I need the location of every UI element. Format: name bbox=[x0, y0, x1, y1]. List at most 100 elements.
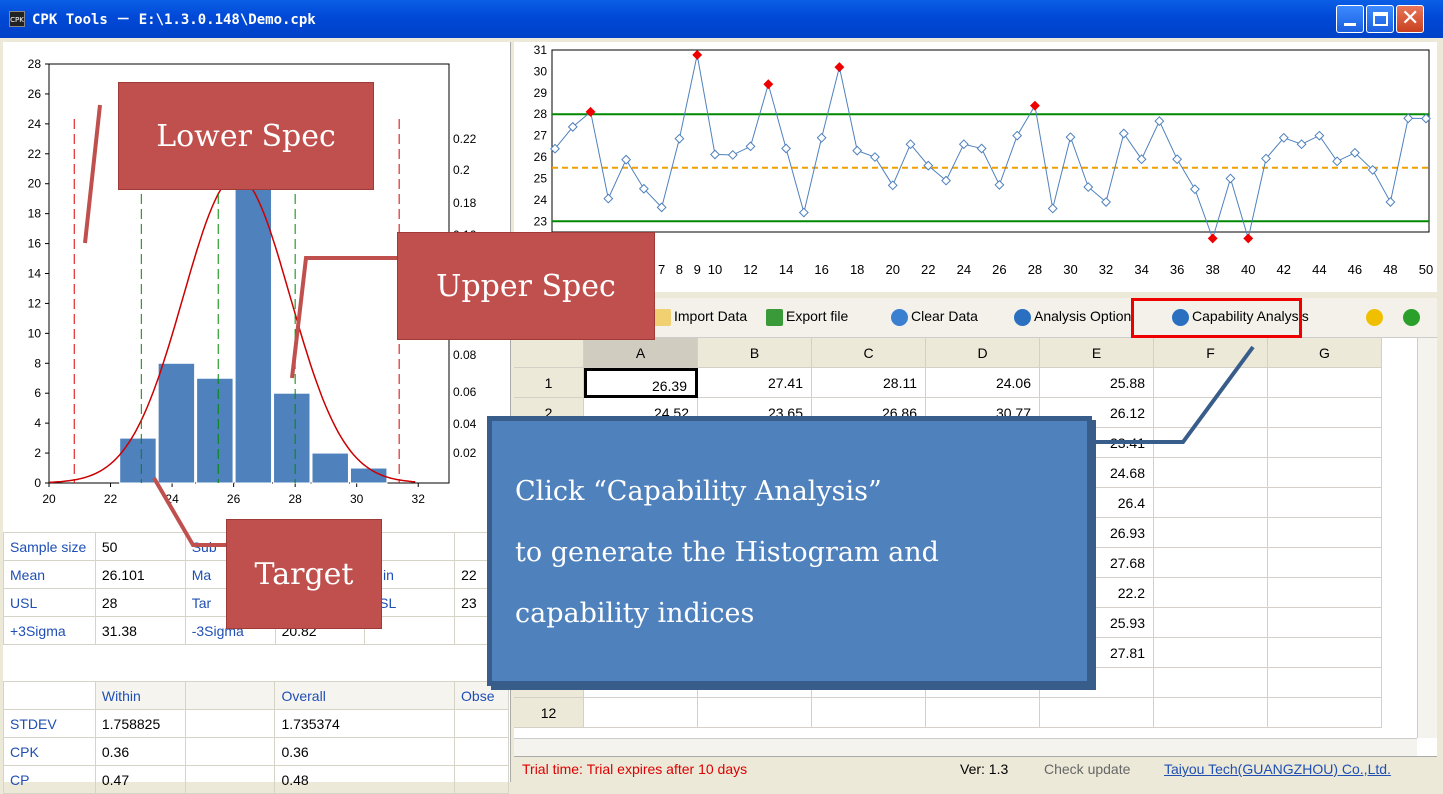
right-tick-label: 0.08 bbox=[453, 348, 477, 362]
x-tick-label: 22 bbox=[104, 492, 118, 506]
column-header[interactable]: B bbox=[698, 338, 812, 368]
grid-cell[interactable] bbox=[1154, 458, 1268, 488]
grid-cell[interactable]: 26.39 bbox=[584, 368, 698, 398]
x-tick-label: 30 bbox=[1063, 262, 1077, 277]
corner-cell[interactable] bbox=[514, 338, 584, 368]
stats-cell: 26.101 bbox=[94, 560, 186, 589]
grid-cell[interactable] bbox=[926, 698, 1040, 728]
grid-cell[interactable] bbox=[1268, 638, 1382, 668]
warning-icon[interactable] bbox=[1366, 309, 1383, 326]
grid-cell[interactable] bbox=[1268, 548, 1382, 578]
stats-cell bbox=[184, 709, 276, 738]
grid-cell[interactable] bbox=[1154, 578, 1268, 608]
row-header[interactable]: 12 bbox=[514, 698, 584, 728]
grid-cell[interactable] bbox=[1154, 488, 1268, 518]
y-tick-label: 12 bbox=[28, 296, 42, 310]
histogram-bar bbox=[157, 362, 196, 484]
grid-cell[interactable] bbox=[1268, 608, 1382, 638]
stats-cell: 28 bbox=[94, 588, 186, 617]
y-tick-label: 16 bbox=[28, 237, 42, 251]
x-tick-label: 20 bbox=[42, 492, 56, 506]
maximize-button[interactable] bbox=[1366, 5, 1394, 33]
column-header[interactable]: G bbox=[1268, 338, 1382, 368]
y-tick-label: 0 bbox=[34, 476, 41, 490]
grid-cell[interactable] bbox=[1154, 698, 1268, 728]
y-tick-label: 22 bbox=[28, 147, 42, 161]
vertical-scrollbar[interactable] bbox=[1417, 338, 1437, 738]
histogram-bar bbox=[196, 377, 234, 484]
y-tick-label: 26 bbox=[534, 150, 548, 164]
y-tick-label: 28 bbox=[534, 107, 548, 121]
column-header[interactable]: D bbox=[926, 338, 1040, 368]
grid-cell[interactable] bbox=[1268, 488, 1382, 518]
x-tick-label: 50 bbox=[1419, 262, 1433, 277]
grid-cell[interactable] bbox=[1154, 668, 1268, 698]
highlight-box bbox=[1131, 298, 1302, 338]
column-header[interactable]: F bbox=[1154, 338, 1268, 368]
export-file-button[interactable]: Export file bbox=[766, 308, 848, 326]
stats-cell: Overall bbox=[274, 681, 456, 710]
column-header[interactable]: E bbox=[1040, 338, 1154, 368]
close-button[interactable]: ✕ bbox=[1396, 5, 1424, 33]
grid-cell[interactable] bbox=[1154, 368, 1268, 398]
minimize-button[interactable] bbox=[1336, 5, 1364, 33]
grid-cell[interactable] bbox=[1154, 638, 1268, 668]
grid-cell[interactable] bbox=[1268, 698, 1382, 728]
x-tick-label: 10 bbox=[708, 262, 722, 277]
import-data-button[interactable]: Import Data bbox=[654, 308, 747, 326]
row-header[interactable]: 1 bbox=[514, 368, 584, 398]
grid-cell[interactable] bbox=[1268, 368, 1382, 398]
stats-row: CPK 0.36 0.36 bbox=[3, 737, 509, 766]
stats-cell: STDEV bbox=[3, 709, 96, 738]
grid-cell[interactable] bbox=[1154, 398, 1268, 428]
grid-cell[interactable] bbox=[1154, 428, 1268, 458]
grid-cell[interactable] bbox=[1268, 518, 1382, 548]
target-callout: Target bbox=[226, 519, 382, 629]
grid-cell[interactable] bbox=[1268, 398, 1382, 428]
grid-cell[interactable] bbox=[698, 698, 812, 728]
clear-data-button[interactable]: Clear Data bbox=[891, 308, 978, 326]
grid-cell[interactable] bbox=[1154, 518, 1268, 548]
stats-cell bbox=[454, 709, 509, 738]
x-tick-label: 18 bbox=[850, 262, 864, 277]
column-header[interactable]: C bbox=[812, 338, 926, 368]
mail-icon[interactable] bbox=[1403, 309, 1420, 326]
grid-cell[interactable] bbox=[1268, 458, 1382, 488]
grid-cell[interactable] bbox=[1268, 578, 1382, 608]
folder-icon bbox=[654, 308, 671, 326]
cpk-icon: CPK bbox=[9, 11, 25, 27]
instruction-box: Click “Capability Analysis” to generate … bbox=[487, 416, 1092, 686]
stats-cell: Within bbox=[94, 681, 186, 710]
column-header[interactable]: A bbox=[584, 338, 698, 368]
horizontal-scrollbar[interactable] bbox=[514, 738, 1417, 756]
gear-icon bbox=[1014, 308, 1031, 326]
grid-cell[interactable] bbox=[1268, 428, 1382, 458]
x-tick-label: 24 bbox=[957, 262, 971, 277]
analysis-option-button[interactable]: Analysis Option bbox=[1014, 308, 1131, 326]
x-tick-label: 44 bbox=[1312, 262, 1326, 277]
y-tick-label: 20 bbox=[28, 177, 42, 191]
stats-cell bbox=[454, 737, 509, 766]
check-update-link[interactable]: Check update bbox=[1044, 761, 1130, 777]
grid-cell[interactable] bbox=[812, 698, 926, 728]
stats-row: CP 0.47 0.48 bbox=[3, 765, 509, 794]
grid-cell[interactable] bbox=[1040, 698, 1154, 728]
grid-cell[interactable]: 24.06 bbox=[926, 368, 1040, 398]
data-point bbox=[1207, 233, 1218, 244]
right-tick-label: 0.04 bbox=[453, 417, 477, 431]
grid-cell[interactable] bbox=[1154, 548, 1268, 578]
grid-cell[interactable] bbox=[1268, 668, 1382, 698]
x-tick-label: 9 bbox=[694, 262, 701, 277]
grid-cell[interactable] bbox=[584, 698, 698, 728]
stats-row: Within Overall Obse bbox=[3, 681, 509, 710]
grid-cell[interactable]: 28.11 bbox=[812, 368, 926, 398]
stats-cell: 0.48 bbox=[274, 765, 456, 794]
grid-cell[interactable]: 25.88 bbox=[1040, 368, 1154, 398]
grid-cell[interactable]: 27.41 bbox=[698, 368, 812, 398]
window-title: CPK Tools － E:\1.3.0.148\Demo.cpk bbox=[32, 12, 316, 28]
x-tick-label: 20 bbox=[886, 262, 900, 277]
company-link[interactable]: Taiyou Tech(GUANGZHOU) Co.,Ltd. bbox=[1164, 761, 1391, 777]
grid-cell[interactable] bbox=[1154, 608, 1268, 638]
x-tick-label: 32 bbox=[1099, 262, 1113, 277]
x-tick-label: 40 bbox=[1241, 262, 1255, 277]
